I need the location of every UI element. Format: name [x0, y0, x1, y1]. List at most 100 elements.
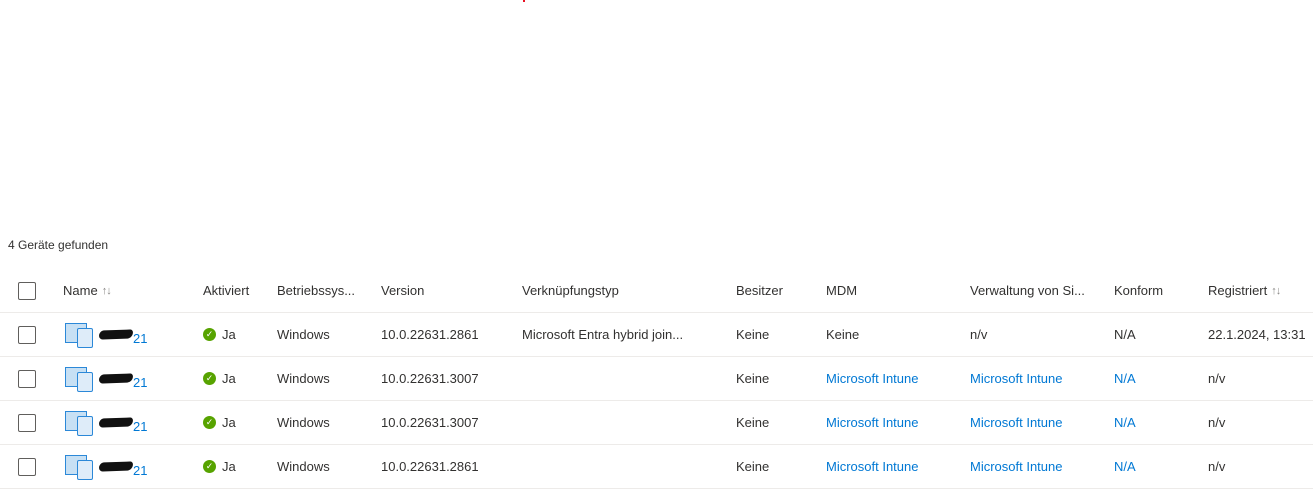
os-cell: Windows: [277, 371, 330, 386]
redaction-mark: [98, 461, 134, 472]
devices-table: Name ↑↓ Aktiviert Betriebssys... Version…: [0, 269, 1313, 489]
row-checkbox[interactable]: [18, 325, 36, 344]
compliant-cell[interactable]: N/A: [1114, 357, 1199, 400]
os-cell: Windows: [277, 459, 330, 474]
owner-cell: Keine: [736, 327, 770, 342]
owner-cell: Keine: [736, 459, 770, 474]
device-name-link[interactable]: 21: [63, 408, 147, 438]
column-header-mdm[interactable]: MDM: [826, 269, 956, 312]
device-icon: [63, 452, 97, 482]
column-header-managed-by[interactable]: Verwaltung von Si...: [970, 269, 1100, 312]
mdm-cell[interactable]: Microsoft Intune: [826, 445, 961, 488]
registered-cell: 22.1.2024, 13:31: [1208, 327, 1306, 342]
row-checkbox[interactable]: [18, 413, 36, 432]
version-cell: 10.0.22631.2861: [381, 327, 479, 342]
version-cell: 10.0.22631.3007: [381, 371, 479, 386]
compliant-cell[interactable]: N/A: [1114, 445, 1199, 488]
column-header-os[interactable]: Betriebssys...: [277, 269, 372, 312]
checkmark-circle-icon: ✓: [203, 372, 216, 385]
column-header-join-type-label: Verknüpfungstyp: [522, 283, 619, 298]
redaction-mark: [98, 417, 134, 428]
activated-value: Ja: [222, 327, 236, 342]
column-header-registered-label: Registriert: [1208, 283, 1268, 298]
sort-icon[interactable]: ↑↓: [1271, 285, 1281, 297]
column-header-activated[interactable]: Aktiviert: [203, 269, 273, 312]
row-checkbox-cell[interactable]: [18, 357, 42, 400]
activated-value: Ja: [222, 371, 236, 386]
device-name-link[interactable]: 21: [63, 364, 147, 394]
red-marker: [523, 0, 525, 2]
column-header-join-type[interactable]: Verknüpfungstyp: [522, 269, 722, 312]
device-icon: [63, 364, 97, 394]
device-name-suffix[interactable]: 21: [133, 375, 147, 390]
column-header-compliant[interactable]: Konform: [1114, 269, 1199, 312]
column-header-compliant-label: Konform: [1114, 283, 1164, 298]
table-row[interactable]: 21 ✓ Ja Windows 10.0.22631.3007 Keine Mi…: [0, 401, 1313, 445]
managed-by-cell: n/v: [970, 327, 988, 342]
version-cell: 10.0.22631.3007: [381, 415, 479, 430]
join-type-cell: [522, 401, 722, 444]
join-type-cell: [522, 445, 722, 488]
row-checkbox-cell[interactable]: [18, 445, 42, 488]
table-header: Name ↑↓ Aktiviert Betriebssys... Version…: [0, 269, 1313, 313]
join-type-cell: [522, 357, 722, 400]
owner-cell: Keine: [736, 415, 770, 430]
compliant-cell[interactable]: N/A: [1114, 401, 1199, 444]
select-all-checkbox[interactable]: [18, 281, 36, 300]
device-name-cell[interactable]: 21: [63, 313, 193, 356]
device-name-suffix[interactable]: 21: [133, 463, 147, 478]
mdm-cell[interactable]: Microsoft Intune: [826, 401, 961, 444]
column-header-owner[interactable]: Besitzer: [736, 269, 816, 312]
checkmark-circle-icon: ✓: [203, 460, 216, 473]
redaction-mark: [98, 329, 134, 340]
os-cell: Windows: [277, 327, 330, 342]
device-name-suffix[interactable]: 21: [133, 331, 147, 346]
column-header-name-label: Name: [63, 283, 98, 298]
sort-icon[interactable]: ↑↓: [102, 285, 112, 297]
redaction-mark: [98, 373, 134, 384]
compliant-cell: N/A: [1114, 327, 1136, 342]
row-checkbox[interactable]: [18, 457, 36, 476]
table-row[interactable]: 21 ✓ Ja Windows 10.0.22631.2861 Microsof…: [0, 313, 1313, 357]
registered-cell: n/v: [1208, 415, 1226, 430]
activated-cell: ✓ Ja: [203, 313, 273, 356]
activated-cell: ✓ Ja: [203, 357, 273, 400]
column-header-mdm-label: MDM: [826, 283, 858, 298]
activated-cell: ✓ Ja: [203, 401, 273, 444]
activated-value: Ja: [222, 459, 236, 474]
mdm-cell: Keine: [826, 327, 860, 342]
column-header-name[interactable]: Name ↑↓: [63, 269, 193, 312]
managed-by-cell[interactable]: Microsoft Intune: [970, 445, 1105, 488]
column-header-registered[interactable]: Registriert ↑↓: [1208, 269, 1313, 312]
device-name-cell[interactable]: 21: [63, 445, 193, 488]
device-name-link[interactable]: 21: [63, 320, 147, 350]
checkmark-circle-icon: ✓: [203, 416, 216, 429]
device-name-suffix[interactable]: 21: [133, 419, 147, 434]
column-header-managed-by-label: Verwaltung von Si...: [970, 283, 1085, 298]
row-checkbox-cell[interactable]: [18, 313, 42, 356]
column-header-version[interactable]: Version: [381, 269, 511, 312]
device-name-link[interactable]: 21: [63, 452, 147, 482]
row-checkbox-cell[interactable]: [18, 401, 42, 444]
activated-cell: ✓ Ja: [203, 445, 273, 488]
table-row[interactable]: 21 ✓ Ja Windows 10.0.22631.3007 Keine Mi…: [0, 357, 1313, 401]
column-header-version-label: Version: [381, 283, 425, 298]
device-name-cell[interactable]: 21: [63, 357, 193, 400]
table-body: 21 ✓ Ja Windows 10.0.22631.2861 Microsof…: [0, 313, 1313, 489]
managed-by-cell[interactable]: Microsoft Intune: [970, 401, 1105, 444]
checkmark-circle-icon: ✓: [203, 328, 216, 341]
managed-by-cell[interactable]: Microsoft Intune: [970, 357, 1105, 400]
join-type-cell: Microsoft Entra hybrid join...: [522, 327, 684, 342]
registered-cell: n/v: [1208, 459, 1226, 474]
device-name-cell[interactable]: 21: [63, 401, 193, 444]
column-header-owner-label: Besitzer: [736, 283, 783, 298]
result-count: 4 Geräte gefunden: [8, 238, 109, 252]
version-cell: 10.0.22631.2861: [381, 459, 479, 474]
table-row[interactable]: 21 ✓ Ja Windows 10.0.22631.2861 Keine Mi…: [0, 445, 1313, 489]
select-all-checkbox-cell[interactable]: [18, 269, 42, 312]
mdm-cell[interactable]: Microsoft Intune: [826, 357, 961, 400]
owner-cell: Keine: [736, 371, 770, 386]
registered-cell: n/v: [1208, 371, 1226, 386]
row-checkbox[interactable]: [18, 369, 36, 388]
os-cell: Windows: [277, 415, 330, 430]
